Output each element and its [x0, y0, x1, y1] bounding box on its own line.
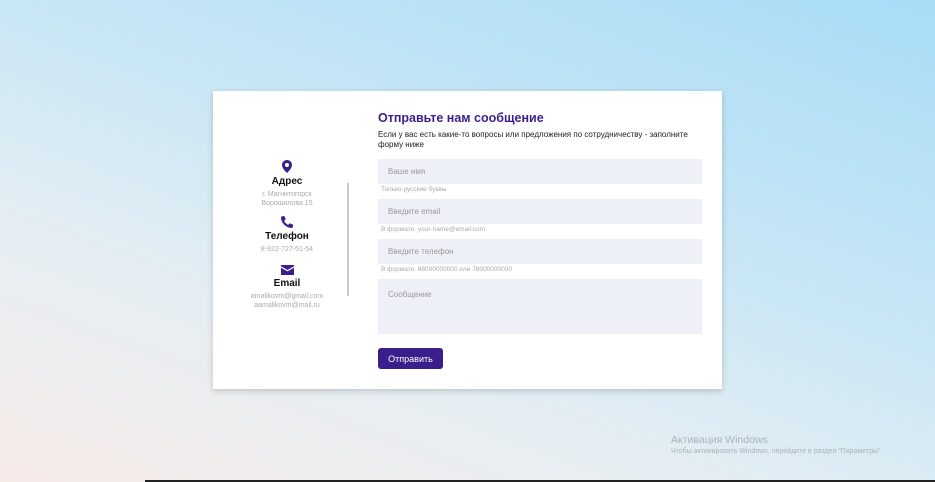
- address-block: Адрес г. Магнитогорск Ворошилова 15: [213, 160, 361, 208]
- windows-activation-watermark: Активация Windows Чтобы активировать Win…: [671, 434, 882, 455]
- map-pin-icon: [282, 160, 292, 173]
- phone-block: Телефон 8-922-727-51-54: [213, 216, 361, 255]
- form-description: Если у вас есть какие-то вопросы или пре…: [378, 130, 688, 149]
- contact-card: Адрес г. Магнитогорск Ворошилова 15 Теле…: [213, 91, 722, 389]
- phone-hint: В формате: 88000000000 или 78000000000: [381, 266, 512, 273]
- submit-button[interactable]: Отправить: [378, 348, 443, 369]
- form-title: Отправьте нам сообщение: [378, 111, 544, 125]
- divider: [347, 183, 349, 296]
- phone-icon: [281, 216, 293, 228]
- address-title: Адрес: [271, 176, 303, 187]
- phone-title: Телефон: [265, 231, 309, 242]
- contacts-panel: Адрес г. Магнитогорск Ворошилова 15 Теле…: [213, 91, 361, 389]
- name-hint: Только русские буквы: [381, 186, 447, 193]
- watermark-title: Активация Windows: [671, 434, 768, 446]
- email-block: Email amalikovm@gmail.com aamalikovm@mai…: [213, 265, 361, 310]
- envelope-icon: [280, 265, 294, 275]
- name-input[interactable]: Ваше имя: [378, 159, 702, 184]
- phone-input[interactable]: Введите телефон: [378, 239, 702, 264]
- email-input[interactable]: Введите email: [378, 199, 702, 224]
- email-hint: В формате: your-name@email.com: [381, 226, 486, 233]
- address-line-1: г. Магнитогорск: [262, 191, 312, 198]
- message-textarea[interactable]: Сообщение: [378, 279, 702, 334]
- watermark-text: Чтобы активировать Windows, перейдите в …: [671, 448, 883, 455]
- address-line-2: Ворошилова 15: [261, 199, 313, 207]
- email-title: Email: [273, 278, 301, 289]
- phone-number: 8-922-727-51-54: [260, 246, 314, 253]
- email-line-1: amalikovm@gmail.com: [250, 293, 324, 300]
- email-line-2: aamalikovm@mail.ru: [254, 301, 320, 309]
